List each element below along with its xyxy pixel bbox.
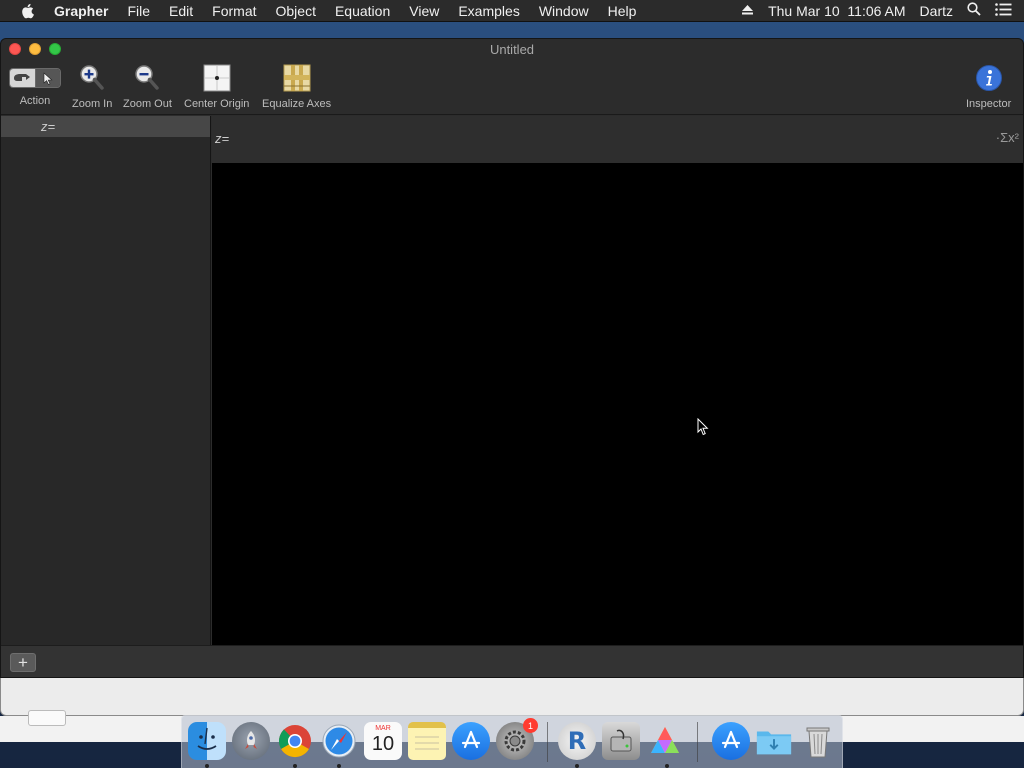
dock-separator-2 (697, 722, 698, 762)
menu-equation[interactable]: Equation (335, 3, 390, 19)
center-origin-label: Center Origin (184, 98, 250, 110)
bottom-bar: + (1, 645, 1023, 677)
spotlight-search-icon[interactable] (967, 2, 981, 19)
color-picker-running-indicator (665, 764, 669, 768)
center-origin-tool[interactable]: Center Origin (184, 63, 249, 110)
grapher-window: Untitled Action Zoom In Zoom Out Center … (0, 38, 1024, 678)
menu-format[interactable]: Format (212, 3, 256, 19)
calendar-month: MAR (375, 725, 391, 732)
menu-examples[interactable]: Examples (458, 3, 519, 19)
action-tool[interactable]: Action (9, 63, 61, 107)
menu-clock[interactable]: Thu Mar 10 11:06 AM (768, 3, 905, 19)
r-app-icon[interactable]: R (558, 722, 596, 760)
app-store-downloads-icon[interactable] (712, 722, 750, 760)
zoom-out-tool[interactable]: Zoom Out (123, 63, 172, 110)
system-preferences-icon[interactable]: 1 (496, 718, 538, 760)
background-window-control[interactable] (28, 710, 66, 726)
action-segmented-control[interactable] (9, 68, 61, 88)
finder-icon[interactable] (188, 722, 226, 760)
notification-badge: 1 (523, 718, 538, 733)
equation-list-sidebar: z= (1, 116, 211, 645)
apple-menu-icon[interactable] (18, 3, 38, 19)
menu-window[interactable]: Window (539, 3, 589, 19)
safari-running-indicator (337, 764, 341, 768)
equalize-axes-icon[interactable] (282, 63, 312, 93)
menu-extras: Thu Mar 10 11:06 AM Dartz (727, 2, 1012, 19)
hand-tool-icon[interactable] (10, 69, 35, 87)
equation-editor-bar[interactable]: z= ·Σx² (212, 116, 1023, 163)
zoom-out-icon[interactable] (134, 63, 160, 93)
notification-center-icon[interactable] (995, 2, 1012, 19)
notes-icon[interactable] (408, 722, 446, 760)
chrome-icon[interactable] (276, 722, 314, 760)
info-icon[interactable] (975, 63, 1003, 93)
add-equation-button[interactable]: + (10, 653, 36, 672)
menu-view[interactable]: View (409, 3, 439, 19)
inspector-label: Inspector (966, 98, 1012, 110)
inspector-tool[interactable]: Inspector (966, 63, 1011, 110)
action-label: Action (19, 95, 51, 107)
downloads-folder-icon[interactable] (755, 722, 793, 760)
menu-user[interactable]: Dartz (920, 3, 953, 19)
eject-icon[interactable] (741, 3, 754, 19)
app-store-icon[interactable] (452, 722, 490, 760)
toolbar: Action Zoom In Zoom Out Center Origin Eq (1, 59, 1023, 115)
chrome-running-indicator (293, 764, 297, 768)
disk-utility-icon[interactable] (602, 722, 640, 760)
equation-list-item[interactable]: z= (1, 116, 210, 137)
center-origin-icon[interactable] (203, 63, 231, 93)
calendar-icon[interactable]: MAR 10 (364, 722, 402, 760)
finder-running-indicator (205, 764, 209, 768)
menu-app-name[interactable]: Grapher (54, 3, 108, 19)
title-bar[interactable]: Untitled (1, 39, 1023, 59)
color-picker-icon[interactable] (646, 722, 684, 760)
r-running-indicator (575, 764, 579, 768)
safari-icon[interactable] (320, 722, 358, 760)
zoom-in-tool[interactable]: Zoom In (72, 63, 112, 110)
zoom-in-icon[interactable] (79, 63, 105, 93)
r-letter-icon: R (567, 727, 587, 755)
graph-canvas[interactable] (212, 163, 1023, 645)
equalize-axes-tool[interactable]: Equalize Axes (262, 63, 331, 110)
launchpad-icon[interactable] (232, 722, 270, 760)
calendar-day: 10 (371, 733, 395, 755)
menu-edit[interactable]: Edit (169, 3, 193, 19)
window-title: Untitled (489, 42, 535, 57)
arrow-pointer-icon[interactable] (34, 69, 60, 87)
menu-file[interactable]: File (127, 3, 150, 19)
menu-bar: Grapher File Edit Format Object Equation… (0, 0, 1024, 22)
menu-object[interactable]: Object (276, 3, 316, 19)
dock: MAR 10 1 R (181, 715, 843, 768)
equation-palette-icon[interactable]: ·Σx² (996, 130, 1019, 145)
zoom-in-label: Zoom In (72, 98, 113, 110)
trash-icon[interactable] (799, 722, 837, 760)
zoom-out-label: Zoom Out (123, 98, 172, 110)
equalize-axes-label: Equalize Axes (262, 98, 332, 110)
equation-input[interactable]: z= (215, 131, 229, 146)
mouse-cursor-icon (697, 417, 709, 441)
dock-separator (547, 722, 548, 762)
menu-help[interactable]: Help (608, 3, 637, 19)
